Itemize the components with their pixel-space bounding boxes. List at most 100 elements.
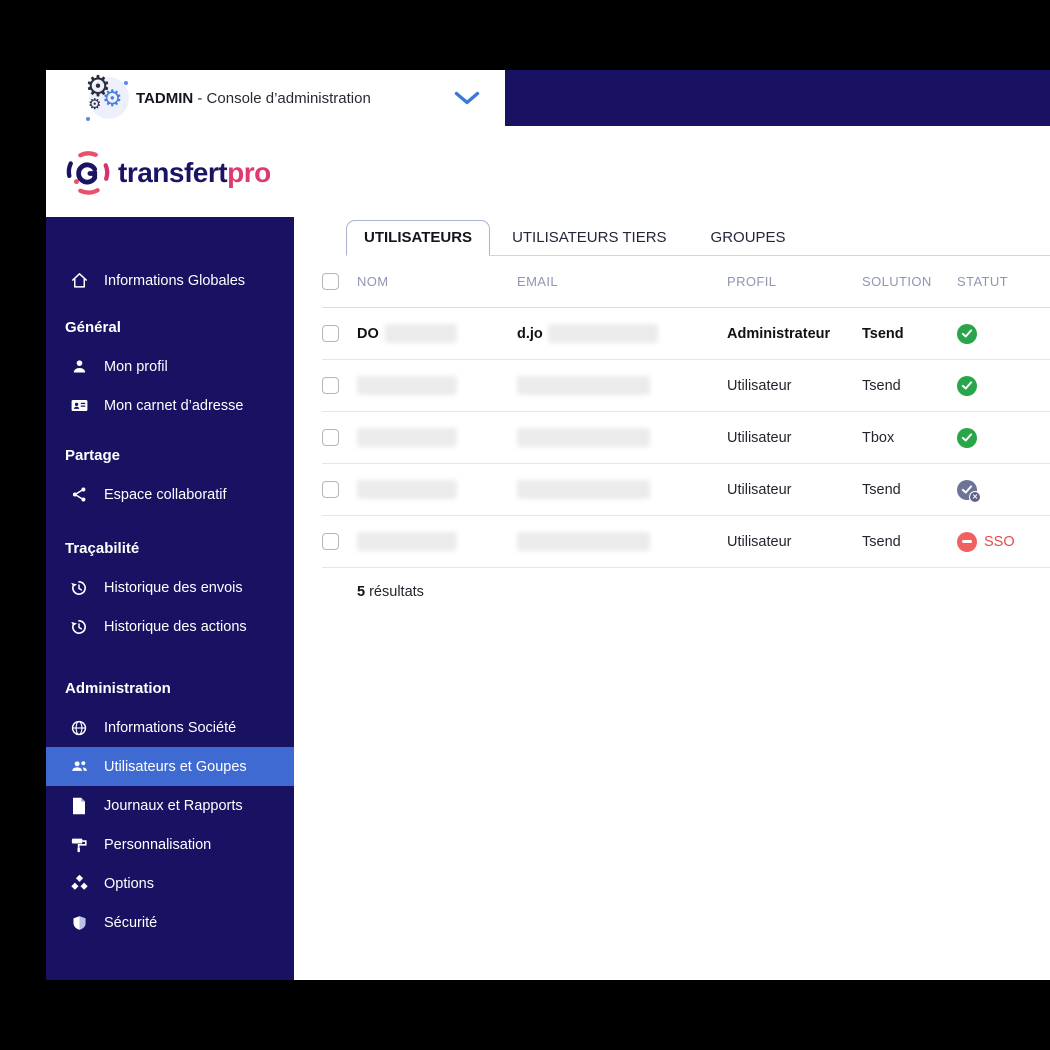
sidebar-item-securite[interactable]: Sécurité xyxy=(46,903,294,942)
row-checkbox[interactable] xyxy=(322,481,339,498)
file-icon xyxy=(68,797,90,815)
user-icon xyxy=(68,358,90,375)
window-title: TADMIN - Console d’administration xyxy=(136,90,371,107)
sidebar-item-label: Personnalisation xyxy=(104,837,211,853)
table-header-row: NOM EMAIL PROFIL SOLUTION STATUT xyxy=(322,256,1050,308)
tab-bar: UTILISATEURS UTILISATEURS TIERS GROUPES xyxy=(346,220,1050,256)
tab-groupes[interactable]: GROUPES xyxy=(711,221,786,255)
redacted-name xyxy=(357,428,457,447)
shield-icon xyxy=(68,914,90,932)
sidebar-item-historique-envois[interactable]: Historique des envois xyxy=(46,568,294,607)
status-active-icon xyxy=(957,428,977,448)
row-checkbox[interactable] xyxy=(322,377,339,394)
table-row[interactable]: DO d.jo Administrateur Tsend xyxy=(322,308,1050,360)
sidebar-item-personnalisation[interactable]: Personnalisation xyxy=(46,825,294,864)
column-header-statut: STATUT xyxy=(957,274,1050,289)
tadmin-console-tab[interactable]: ⚙ ⚙ ⚙ TADMIN - Console d’administration xyxy=(46,70,505,126)
user-name: DO xyxy=(357,326,379,342)
row-checkbox[interactable] xyxy=(322,533,339,550)
table-row[interactable]: Utilisateur Tsend SSO xyxy=(322,516,1050,568)
users-table: NOM EMAIL PROFIL SOLUTION STATUT DO d.jo… xyxy=(322,256,1050,568)
paint-roller-icon xyxy=(68,836,90,854)
chevron-down-icon[interactable] xyxy=(454,91,480,106)
home-icon xyxy=(68,271,90,290)
redacted-email xyxy=(517,376,650,395)
sidebar: Informations Globales Général Mon profil… xyxy=(46,217,294,980)
redacted-email xyxy=(517,428,650,447)
sidebar-item-informations-globales[interactable]: Informations Globales xyxy=(46,261,294,300)
sidebar-item-mon-profil[interactable]: Mon profil xyxy=(46,347,294,386)
tab-utilisateurs[interactable]: UTILISATEURS xyxy=(346,220,490,256)
sidebar-item-label: Utilisateurs et Goupes xyxy=(104,759,247,775)
results-label: résultats xyxy=(365,584,424,600)
column-header-solution: SOLUTION xyxy=(862,274,957,289)
table-row[interactable]: Utilisateur Tsend ✕ xyxy=(322,464,1050,516)
sidebar-item-label: Journaux et Rapports xyxy=(104,798,243,814)
user-profil: Utilisateur xyxy=(727,534,862,550)
status-disabled-icon: ✕ xyxy=(957,480,977,500)
sidebar-item-label: Espace collaboratif xyxy=(104,487,227,503)
cubes-icon xyxy=(68,874,90,893)
history-icon xyxy=(68,618,90,636)
user-profil: Administrateur xyxy=(727,326,862,342)
sidebar-item-label: Options xyxy=(104,876,154,892)
select-all-checkbox[interactable] xyxy=(322,273,339,290)
status-active-icon xyxy=(957,376,977,396)
results-number: 5 xyxy=(357,584,365,600)
redacted-name xyxy=(357,532,457,551)
app-window: ⚙ ⚙ ⚙ TADMIN - Console d’administration … xyxy=(46,70,1050,980)
sidebar-item-options[interactable]: Options xyxy=(46,864,294,903)
user-solution: Tsend xyxy=(862,482,957,498)
gears-icon: ⚙ ⚙ ⚙ xyxy=(84,73,130,123)
row-checkbox[interactable] xyxy=(322,325,339,342)
users-icon xyxy=(68,757,90,776)
sidebar-section-tracabilite: Traçabilité xyxy=(46,529,294,568)
sidebar-item-label: Historique des actions xyxy=(104,619,247,635)
sidebar-item-mon-carnet-adresse[interactable]: Mon carnet d’adresse xyxy=(46,386,294,425)
user-email: d.jo xyxy=(517,326,543,342)
history-icon xyxy=(68,579,90,597)
table-row[interactable]: Utilisateur Tbox xyxy=(322,412,1050,464)
sidebar-item-label: Mon profil xyxy=(104,359,168,375)
redacted-email xyxy=(517,480,650,499)
top-navy-bar xyxy=(505,70,1050,126)
redacted-name xyxy=(357,480,457,499)
tab-utilisateurs-tiers[interactable]: UTILISATEURS TIERS xyxy=(512,221,666,255)
sidebar-section-general: Général xyxy=(46,308,294,347)
address-card-icon xyxy=(68,396,90,415)
user-solution: Tsend xyxy=(862,326,957,342)
wordmark-accent: pro xyxy=(227,157,271,188)
redacted-name xyxy=(385,324,457,343)
transfertpro-logo-icon xyxy=(65,150,111,196)
table-row[interactable]: Utilisateur Tsend xyxy=(322,360,1050,412)
transfertpro-logo: transfertpro xyxy=(65,150,271,196)
sidebar-item-label: Informations Société xyxy=(104,720,236,736)
redacted-name xyxy=(357,376,457,395)
user-profil: Utilisateur xyxy=(727,482,862,498)
sidebar-item-label: Historique des envois xyxy=(104,580,243,596)
sidebar-item-label: Mon carnet d’adresse xyxy=(104,398,243,414)
globe-icon xyxy=(68,719,90,737)
sidebar-item-espace-collaboratif[interactable]: Espace collaboratif xyxy=(46,475,294,514)
sidebar-item-label: Informations Globales xyxy=(104,273,245,289)
column-header-email: EMAIL xyxy=(517,274,727,289)
results-count: 5 résultats xyxy=(357,584,1050,600)
window-title-rest: - Console d’administration xyxy=(193,90,371,107)
status-active-icon xyxy=(957,324,977,344)
sidebar-item-historique-actions[interactable]: Historique des actions xyxy=(46,607,294,646)
sso-status-label: SSO xyxy=(984,534,1015,550)
sidebar-item-utilisateurs-et-groupes[interactable]: Utilisateurs et Goupes xyxy=(46,747,294,786)
transfertpro-wordmark: transfertpro xyxy=(118,157,271,189)
sidebar-item-informations-societe[interactable]: Informations Société xyxy=(46,708,294,747)
redacted-email xyxy=(517,532,650,551)
column-header-profil: PROFIL xyxy=(727,274,862,289)
user-solution: Tbox xyxy=(862,430,957,446)
x-badge-icon: ✕ xyxy=(969,491,981,503)
sidebar-item-journaux-et-rapports[interactable]: Journaux et Rapports xyxy=(46,786,294,825)
row-checkbox[interactable] xyxy=(322,429,339,446)
window-title-brand: TADMIN xyxy=(136,90,193,107)
user-solution: Tsend xyxy=(862,378,957,394)
redacted-email xyxy=(548,324,658,343)
main-content: UTILISATEURS UTILISATEURS TIERS GROUPES … xyxy=(294,126,1050,980)
user-profil: Utilisateur xyxy=(727,378,862,394)
